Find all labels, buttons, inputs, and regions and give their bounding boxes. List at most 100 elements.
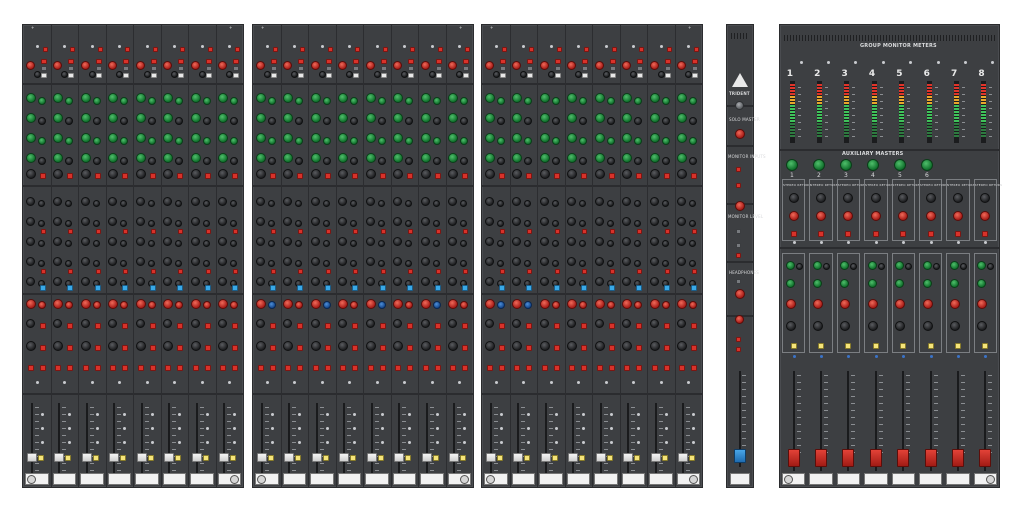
monitor-pan-knob[interactable]: [496, 301, 505, 309]
gain-knob[interactable]: [365, 61, 375, 70]
group-solo-button[interactable]: [845, 343, 852, 349]
aux-send-knob[interactable]: [25, 277, 35, 286]
pad-button[interactable]: [435, 59, 442, 64]
eq-freq-knob[interactable]: [37, 117, 46, 125]
line-button[interactable]: [233, 73, 240, 78]
hpf-button[interactable]: [435, 66, 442, 71]
eq-freq-knob[interactable]: [432, 97, 441, 105]
phase-button[interactable]: [70, 47, 76, 52]
mute-button[interactable]: [232, 323, 239, 329]
eq-freq-knob[interactable]: [92, 117, 101, 125]
trim-knob[interactable]: [492, 71, 500, 78]
group-aux-knob[interactable]: [785, 279, 795, 288]
eq-q-knob[interactable]: [539, 169, 550, 179]
eq-in-button[interactable]: [434, 173, 441, 179]
eq-q-knob[interactable]: [484, 169, 495, 179]
aux-pan-knob[interactable]: [377, 260, 385, 267]
aux-pre-button[interactable]: [435, 269, 441, 274]
phase-button[interactable]: [235, 47, 241, 52]
channel-fader[interactable]: [219, 453, 230, 462]
aux-switch-button[interactable]: [297, 285, 304, 291]
aux-pre-button[interactable]: [40, 229, 46, 234]
pad-button[interactable]: [664, 59, 671, 64]
aux-send-knob[interactable]: [365, 197, 375, 206]
route-assign-button[interactable]: [553, 365, 560, 371]
channel-fader[interactable]: [568, 453, 579, 462]
aux-send-knob[interactable]: [539, 197, 549, 206]
route-assign-button[interactable]: [285, 365, 292, 371]
aux-switch-button[interactable]: [324, 285, 331, 291]
pad-button[interactable]: [95, 59, 102, 64]
phase-button[interactable]: [327, 47, 333, 52]
aux-switch-button[interactable]: [553, 285, 560, 291]
aux-send-knob[interactable]: [484, 277, 494, 286]
aux-pre-button[interactable]: [95, 229, 101, 234]
group-fader[interactable]: [869, 449, 882, 467]
route-assign-button[interactable]: [514, 365, 521, 371]
pan-knob[interactable]: [190, 319, 200, 328]
eq-freq-knob[interactable]: [661, 97, 670, 105]
group-fader[interactable]: [897, 449, 910, 467]
aux-send-knob[interactable]: [649, 217, 659, 226]
group-monitor-knob[interactable]: [922, 299, 933, 309]
stereo-return-knob[interactable]: [870, 193, 881, 203]
group-aux-knob[interactable]: [949, 261, 959, 270]
eq-freq-knob[interactable]: [496, 157, 505, 165]
stereo-return-button[interactable]: [982, 231, 989, 237]
stereo-return-button[interactable]: [927, 231, 934, 237]
route-knob[interactable]: [25, 341, 36, 351]
eq-gain-knob[interactable]: [25, 113, 36, 123]
eq-in-button[interactable]: [149, 173, 156, 179]
phase-button[interactable]: [207, 47, 213, 52]
aux-pan-knob[interactable]: [267, 240, 275, 247]
aux-pan-knob[interactable]: [322, 240, 330, 247]
group-monitor-knob[interactable]: [785, 299, 796, 309]
solo-button[interactable]: [232, 345, 239, 351]
eq-freq-knob[interactable]: [147, 137, 156, 145]
aux-send-knob[interactable]: [484, 197, 494, 206]
monitor-level-knob[interactable]: [80, 299, 91, 309]
eq-freq-knob[interactable]: [147, 97, 156, 105]
aux-send-knob[interactable]: [310, 277, 320, 286]
aux-pan-knob[interactable]: [267, 220, 275, 227]
aux-pan-knob[interactable]: [661, 220, 669, 227]
eq-gain-knob[interactable]: [365, 113, 376, 123]
eq-freq-knob[interactable]: [377, 157, 386, 165]
group-aux-knob[interactable]: [785, 261, 795, 270]
pan-knob[interactable]: [255, 319, 265, 328]
route-assign-button[interactable]: [486, 365, 493, 371]
route-assign-button[interactable]: [324, 365, 331, 371]
aux-pan-knob[interactable]: [202, 200, 210, 207]
stereo-return-knob[interactable]: [952, 193, 963, 203]
route-assign-button[interactable]: [165, 365, 172, 371]
eq-gain-knob[interactable]: [365, 153, 376, 163]
aux-switch-button[interactable]: [94, 285, 101, 291]
hpf-button[interactable]: [499, 66, 506, 71]
aux-pre-button[interactable]: [40, 269, 46, 274]
aux-pre-button[interactable]: [380, 269, 386, 274]
route-assign-button[interactable]: [395, 365, 402, 371]
eq-freq-knob[interactable]: [551, 117, 560, 125]
route-assign-button[interactable]: [312, 365, 319, 371]
stereo-return-knob[interactable]: [816, 193, 827, 203]
aux-pan-knob[interactable]: [606, 220, 614, 227]
eq-q-knob[interactable]: [80, 169, 91, 179]
aux-send-knob[interactable]: [539, 277, 549, 286]
route-assign-button[interactable]: [422, 365, 429, 371]
monitor-pan-knob[interactable]: [606, 301, 615, 309]
aux-pre-button[interactable]: [68, 269, 74, 274]
fader-solo-button[interactable]: [37, 455, 44, 461]
eq-freq-knob[interactable]: [267, 137, 276, 145]
aux-send-knob[interactable]: [539, 217, 549, 226]
route-assign-button[interactable]: [27, 365, 34, 371]
aux-pre-button[interactable]: [123, 229, 129, 234]
aux-pan-knob[interactable]: [322, 220, 330, 227]
eq-gain-knob[interactable]: [539, 153, 550, 163]
stereo-return-level-knob[interactable]: [870, 211, 881, 221]
eq-freq-knob[interactable]: [661, 137, 670, 145]
aux-send-knob[interactable]: [255, 277, 265, 286]
trim-knob[interactable]: [428, 71, 436, 78]
aux-pre-button[interactable]: [270, 229, 276, 234]
aux-pan-knob[interactable]: [322, 260, 330, 267]
aux-send-knob[interactable]: [484, 217, 494, 226]
